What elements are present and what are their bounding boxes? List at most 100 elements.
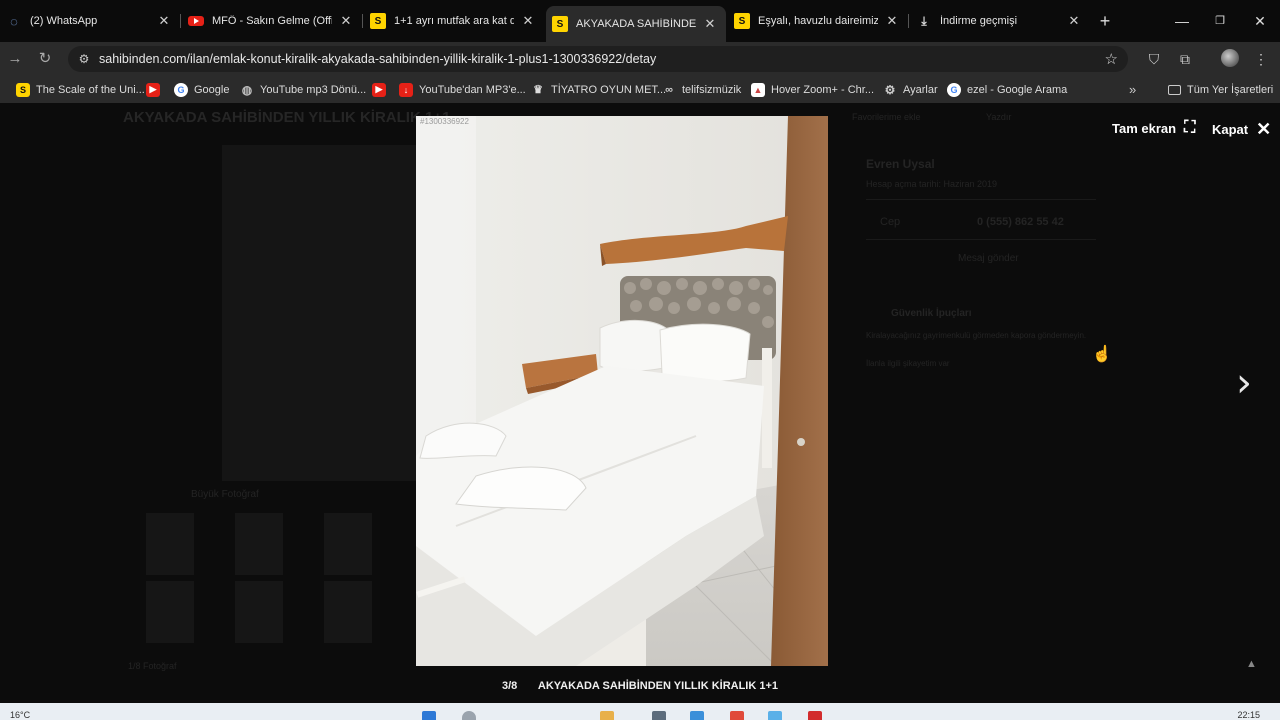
gear-icon: ⚙ <box>884 82 896 97</box>
bookmark-item[interactable]: ▲ Hover Zoom+ - Chr... <box>751 81 874 98</box>
weather-temperature: 16°C <box>10 710 31 720</box>
close-label: Kapat <box>1212 122 1249 137</box>
thumbnail <box>235 581 283 643</box>
bookmark-label: The Scale of the Uni... <box>36 83 145 96</box>
bookmark-label: Hover Zoom+ - Chr... <box>771 83 875 96</box>
bookmark-item[interactable]: ▶ <box>372 81 392 98</box>
photo-listing-id: #1300336922 <box>420 117 469 126</box>
bookmark-item[interactable]: ♛ TİYATRO OYUN MET... <box>531 81 666 98</box>
globe-icon: ◍ <box>241 82 253 97</box>
reload-button[interactable]: ↻ <box>34 48 56 70</box>
tab-listing-1[interactable]: S 1+1 ayrı mutfak ara kat dai ✕ <box>364 6 544 36</box>
tab-title: (2) WhatsApp <box>30 15 98 27</box>
tab-youtube[interactable]: MFÖ - Sakın Gelme (Official ✕ <box>182 6 362 36</box>
widget-icon[interactable] <box>600 711 614 720</box>
caption-text: AKYAKADA SAHİBİNDEN YILLIK KİRALIK 1+1 <box>537 680 779 692</box>
lightbox-caption: 3/8 AKYAKADA SAHİBİNDEN YILLIK KİRALIK 1… <box>0 680 1280 692</box>
all-bookmarks-folder[interactable]: Tüm Yer İşaretleri <box>1168 81 1273 98</box>
fullscreen-button[interactable]: Tam ekran ⛶ <box>1112 119 1195 137</box>
tab-listing-2[interactable]: S Eşyalı, havuzlu daireimiz kir ✕ <box>728 6 908 36</box>
seller-name: Evren Uysal <box>866 157 935 171</box>
app-icon[interactable] <box>768 711 782 720</box>
tab-title: İndirme geçmişi <box>940 15 1018 27</box>
tab-title: MFÖ - Sakın Gelme (Official <box>212 15 332 27</box>
bookmark-item[interactable]: G Google <box>174 81 229 98</box>
tab-whatsapp[interactable]: ◌ (2) WhatsApp ✕ <box>0 6 180 36</box>
close-tab-icon[interactable]: ✕ <box>156 13 172 29</box>
send-message-link: Mesaj gönder <box>958 253 1019 264</box>
bookmark-label: YouTube mp3 Dönü... <box>260 83 367 96</box>
taskview-icon[interactable] <box>652 711 666 720</box>
tab-strip: ◌ (2) WhatsApp ✕ MFÖ - Sakın Gelme (Offi… <box>0 0 1280 42</box>
tab-listing-active[interactable]: S AKYAKADA SAHİBİNDEN Y ✕ <box>546 6 726 42</box>
bookmark-item[interactable]: ∞ telifsizmüzik <box>662 81 741 98</box>
main-photo-dimmed <box>222 145 420 481</box>
sahibinden-icon: S <box>370 13 386 29</box>
google-icon: G <box>174 82 188 97</box>
address-bar[interactable]: ⚙ sahibinden.com/ilan/emlak-konut-kirali… <box>68 46 1128 72</box>
thumbnail <box>146 513 194 575</box>
bookmark-label: YouTube'dan MP3'e... <box>419 83 526 96</box>
lightbox-close-button[interactable]: Kapat ✕ <box>1212 119 1271 140</box>
more-bookmarks-chevron-icon[interactable]: » <box>1129 81 1136 98</box>
browser-toolbar: → ↻ ⚙ sahibinden.com/ilan/emlak-konut-ki… <box>0 42 1280 76</box>
youtube-icon: ▶ <box>146 82 160 97</box>
fullscreen-label: Tam ekran <box>1112 120 1177 136</box>
lightbox-photo[interactable] <box>416 116 828 666</box>
window-close-button[interactable]: ✕ <box>1242 8 1278 34</box>
youtube-icon: ↓ <box>399 82 413 97</box>
theater-mask-icon: ♛ <box>533 84 543 96</box>
bookmark-item[interactable]: ◍ YouTube mp3 Dönü... <box>240 81 366 98</box>
security-tips-text: Kiralayacağınız gayrimenkulü görmeden ka… <box>866 331 1087 340</box>
site-info-icon[interactable]: ⚙ <box>76 51 92 67</box>
photo-count: 1/8 Fotoğraf <box>128 661 177 671</box>
profile-avatar[interactable] <box>1221 49 1239 67</box>
bookmark-label: Ayarlar <box>903 83 938 96</box>
bookmark-item[interactable]: ⚙ Ayarlar <box>883 81 938 98</box>
new-tab-button[interactable]: + <box>1094 10 1116 32</box>
listing-title: AKYAKADA SAHİBİNDEN YILLIK KİRALIK 1+1 <box>123 109 451 126</box>
security-tips-title: Güvenlik İpuçları <box>891 308 972 319</box>
seller-since: Hesap açma tarihi: Haziran 2019 <box>866 179 998 189</box>
tab-title: AKYAKADA SAHİBİNDEN Y <box>576 18 696 30</box>
close-icon: ✕ <box>1256 119 1272 139</box>
bookmark-item[interactable]: S The Scale of the Uni... <box>16 81 145 98</box>
close-tab-icon[interactable]: ✕ <box>520 13 536 29</box>
all-bookmarks-label: Tüm Yer İşaretleri <box>1187 83 1274 96</box>
tab-downloads[interactable]: ⤓ İndirme geçmişi ✕ <box>910 6 1090 36</box>
google-icon: G <box>947 82 961 97</box>
bookmark-item[interactable]: Gezel - Google Arama <box>947 81 1067 98</box>
big-photo-link: Büyük Fotoğraf <box>191 489 259 500</box>
start-icon[interactable] <box>422 711 436 720</box>
previous-photo-arrow-icon[interactable]: ‹ <box>0 360 2 406</box>
next-photo-arrow-icon[interactable]: › <box>1236 360 1252 406</box>
close-tab-icon[interactable]: ✕ <box>884 13 900 29</box>
close-tab-icon[interactable]: ✕ <box>1066 13 1082 29</box>
extensions-icon[interactable]: ⧉ <box>1176 50 1194 68</box>
search-icon[interactable] <box>462 711 476 720</box>
close-tab-icon[interactable]: ✕ <box>702 16 718 32</box>
chrome-icon[interactable] <box>730 711 744 720</box>
sahibinden-icon: S <box>734 13 750 29</box>
bookmarks-bar: S The Scale of the Uni... ▶ G Google ◍ YouT… <box>0 76 1280 103</box>
download-icon: ⤓ <box>921 13 927 28</box>
system-clock: 22:15 <box>1237 710 1260 720</box>
app-icon[interactable] <box>690 711 704 720</box>
close-tab-icon[interactable]: ✕ <box>338 13 354 29</box>
scroll-top-icon[interactable]: ▲ <box>1246 658 1257 670</box>
bookmark-star-icon[interactable]: ☆ <box>1105 50 1118 68</box>
menu-icon[interactable]: ⋮ <box>1252 50 1270 68</box>
shield-extension-icon[interactable]: ⛉ <box>1145 50 1163 68</box>
thumbnail <box>324 581 372 643</box>
restore-button[interactable]: ❐ <box>1202 8 1238 34</box>
bookmark-item[interactable]: ▶ <box>146 81 166 98</box>
youtube-icon: ▶ <box>372 82 386 97</box>
url-text: sahibinden.com/ilan/emlak-konut-kiralik-… <box>99 52 657 66</box>
print-link: Yazdır <box>986 112 1012 122</box>
phone-label: Cep <box>880 216 901 228</box>
forward-button[interactable]: → <box>4 48 26 70</box>
app-icon[interactable] <box>808 711 822 720</box>
bookmark-item[interactable]: ↓ YouTube'dan MP3'e... <box>399 81 526 98</box>
fullscreen-icon: ⛶ <box>1184 119 1196 136</box>
minimize-button[interactable]: — <box>1164 8 1200 34</box>
